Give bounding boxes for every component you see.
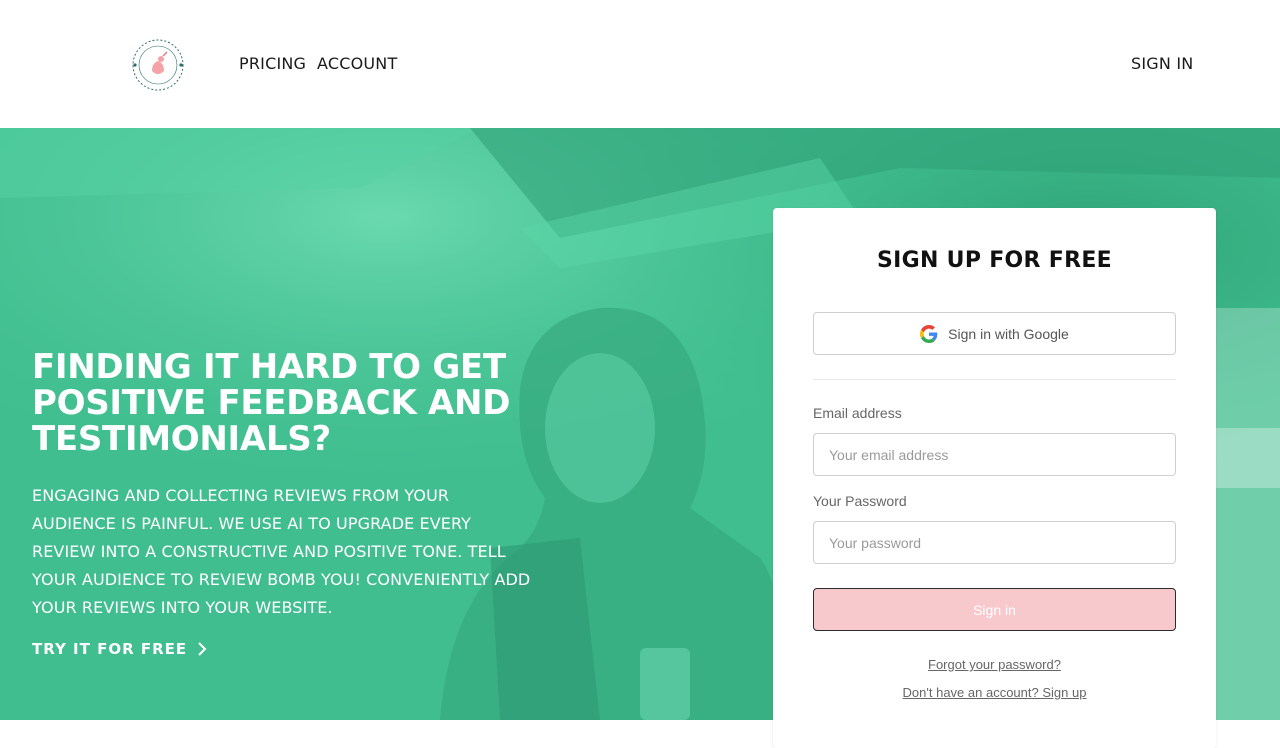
nav-account[interactable]: ACCOUNT xyxy=(317,52,397,76)
hero-subtext: ENGAGING AND COLLECTING REVIEWS FROM YOU… xyxy=(32,486,531,617)
try-it-free-label: TRY IT FOR FREE xyxy=(32,640,188,658)
email-field[interactable] xyxy=(813,433,1176,476)
signup-card: SIGN UP FOR FREE Sign in with Google Ema… xyxy=(773,208,1216,748)
google-sign-in-button[interactable]: Sign in with Google xyxy=(813,312,1176,355)
password-field[interactable] xyxy=(813,521,1176,564)
nav-sign-in[interactable]: SIGN IN xyxy=(1131,52,1193,76)
logo[interactable] xyxy=(130,37,186,93)
logo-icon xyxy=(132,39,184,91)
try-it-free-link[interactable]: TRY IT FOR FREE xyxy=(32,637,207,661)
signup-title: SIGN UP FOR FREE xyxy=(877,248,1112,273)
password-label: Your Password xyxy=(813,493,907,509)
sign-in-button[interactable]: Sign in xyxy=(813,588,1176,631)
divider xyxy=(813,379,1176,380)
google-icon xyxy=(920,324,938,343)
forgot-password-link[interactable]: Forgot your password? xyxy=(773,657,1216,672)
nav-pricing[interactable]: PRICING xyxy=(239,52,306,76)
email-label: Email address xyxy=(813,405,902,421)
chevron-right-icon xyxy=(198,642,207,656)
hero-heading: FINDING IT HARD TO GET POSITIVE FEEDBACK… xyxy=(32,347,511,459)
sign-up-link[interactable]: Don't have an account? Sign up xyxy=(773,685,1216,700)
site-header: PRICING ACCOUNT SIGN IN xyxy=(0,0,1280,128)
google-button-label: Sign in with Google xyxy=(948,325,1069,342)
